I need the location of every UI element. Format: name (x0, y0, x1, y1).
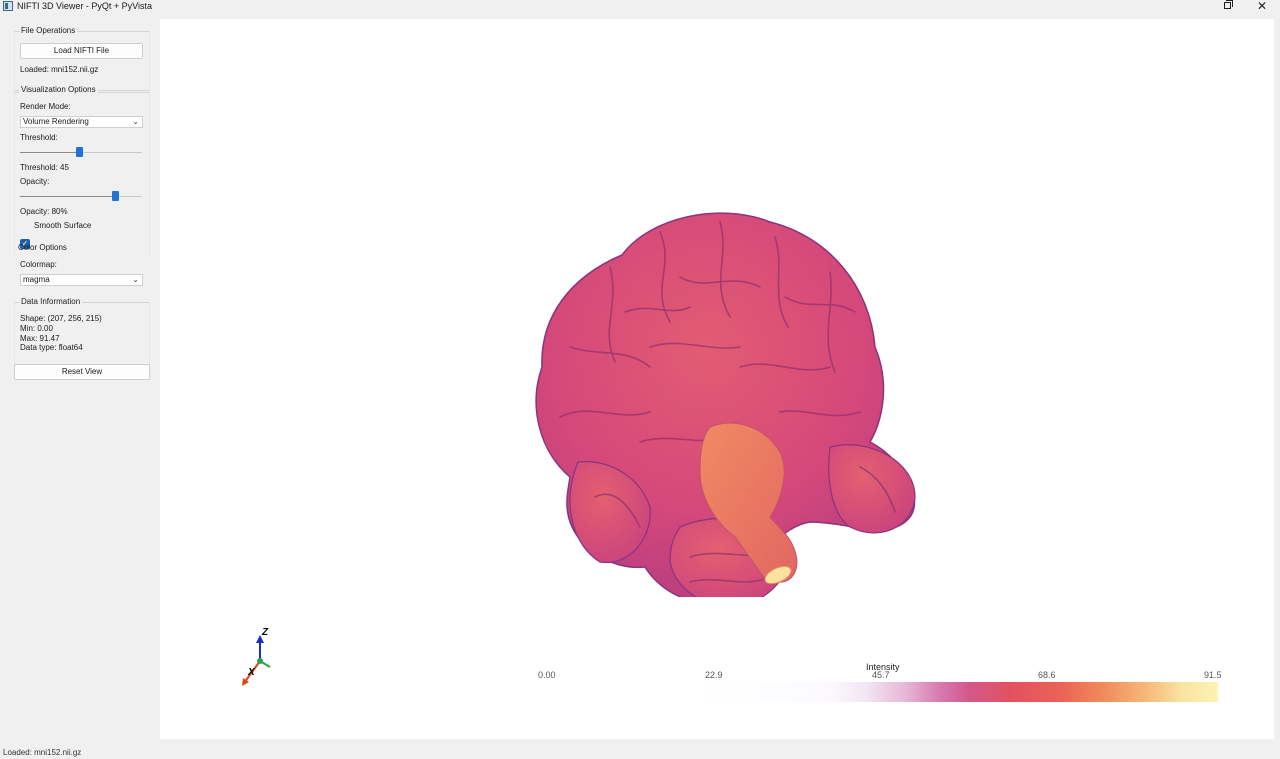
intensity-colorbar (698, 682, 1218, 702)
data-min: Min: 0.00 (20, 324, 53, 333)
render-mode-select[interactable]: Volume Rendering ⌄ (20, 116, 143, 128)
control-panel: File Operations Load NIFTI File Loaded: … (0, 18, 158, 738)
opacity-slider[interactable] (20, 191, 142, 201)
smooth-surface-label: Smooth Surface (34, 221, 92, 230)
file-operations-group: File Operations (14, 26, 150, 93)
chevron-down-icon: ⌄ (132, 117, 139, 126)
status-text: Loaded: mni152.nii.gz (3, 748, 82, 757)
close-icon: ✕ (1256, 0, 1268, 13)
threshold-slider-handle[interactable] (76, 147, 83, 157)
reset-view-button[interactable]: Reset View (14, 364, 150, 380)
opacity-value-label: Opacity: 80% (20, 207, 68, 216)
colormap-select[interactable]: magma ⌄ (20, 274, 143, 286)
chevron-down-icon: ⌄ (132, 275, 139, 284)
group-title-visualization-options: Visualization Options (19, 85, 98, 94)
render-mode-label: Render Mode: (20, 102, 71, 111)
axis-x-label: X (248, 667, 255, 678)
render-mode-value: Volume Rendering (23, 117, 89, 126)
colormap-label: Colormap: (20, 260, 57, 269)
colorbar-tick: 91.5 (1204, 670, 1222, 680)
threshold-slider-fill (20, 152, 76, 153)
visualization-options-group: Visualization Options (14, 85, 150, 256)
opacity-slider-handle[interactable] (112, 191, 119, 201)
colorbar-tick: 0.00 (538, 670, 556, 680)
status-bar: Loaded: mni152.nii.gz (0, 745, 1280, 759)
threshold-slider[interactable] (20, 147, 142, 157)
loaded-file-label: Loaded: mni152.nii.gz (20, 65, 99, 74)
opacity-slider-fill (20, 196, 112, 197)
load-nifti-button[interactable]: Load NIFTI File (20, 43, 143, 59)
render-viewport[interactable]: Z X Intensity 0.00 22.9 45.7 68.6 91.5 (160, 19, 1274, 739)
window-title: NIFTI 3D Viewer - PyQt + PyVista (17, 1, 152, 11)
close-window-button[interactable]: ✕ (1253, 0, 1271, 12)
colorbar-tick: 22.9 (705, 670, 723, 680)
data-max: Max: 91.47 (20, 334, 60, 343)
app-icon (3, 1, 13, 11)
colorbar-tick: 68.6 (1038, 670, 1056, 680)
title-bar: NIFTI 3D Viewer - PyQt + PyVista ✕ (0, 0, 1280, 13)
colorbar-tick: 45.7 (872, 670, 890, 680)
axis-z-label: Z (262, 627, 269, 638)
group-title-data-information: Data Information (19, 297, 83, 306)
opacity-label: Opacity: (20, 177, 50, 186)
data-shape: Shape: (207, 256, 215) (20, 314, 102, 323)
orientation-axes-widget (242, 635, 271, 686)
data-type: Data type: float64 (20, 343, 83, 352)
group-title-file-operations: File Operations (19, 26, 78, 35)
threshold-label: Threshold: (20, 133, 58, 142)
restore-icon (1223, 0, 1233, 9)
restore-window-button[interactable] (1218, 0, 1236, 12)
colormap-value: magma (23, 275, 50, 284)
group-title-color-options: Color Options (18, 243, 67, 252)
threshold-value-label: Threshold: 45 (20, 163, 69, 172)
brain-volume-render (535, 212, 916, 597)
